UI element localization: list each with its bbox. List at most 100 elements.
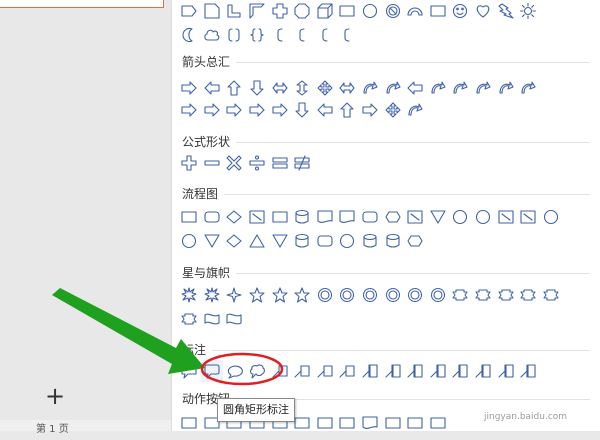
- left-right-arrow-icon[interactable]: [268, 77, 291, 99]
- left-brace-icon[interactable]: [314, 24, 337, 46]
- no-symbol-icon[interactable]: [381, 0, 404, 22]
- slide-thumbnail[interactable]: [0, 0, 164, 8]
- curved-left-arrow-icon[interactable]: [472, 77, 495, 99]
- lightning-icon[interactable]: [494, 0, 517, 22]
- minus-icon[interactable]: [201, 152, 224, 174]
- accent-callout-2-icon[interactable]: [381, 360, 404, 382]
- bevel-icon[interactable]: [336, 0, 359, 22]
- curved-down-arrow-icon[interactable]: [517, 77, 540, 99]
- right-callout-arrow-icon[interactable]: [268, 99, 291, 121]
- delay-icon[interactable]: [314, 230, 337, 252]
- offpage-connector-icon[interactable]: [472, 206, 495, 228]
- accent-callout-3-icon[interactable]: [404, 360, 427, 382]
- ribbon-up-icon[interactable]: [472, 284, 495, 306]
- manual-operation-icon[interactable]: [427, 206, 450, 228]
- line-callout-1-icon[interactable]: [268, 360, 291, 382]
- left-bracket-icon[interactable]: [268, 24, 291, 46]
- internal-storage-icon[interactable]: [291, 206, 314, 228]
- merge-icon[interactable]: [268, 230, 291, 252]
- data-icon[interactable]: [246, 206, 269, 228]
- up-down-arrow-icon[interactable]: [291, 77, 314, 99]
- u-turn-arrow-icon[interactable]: [381, 77, 404, 99]
- left-callout-arrow-icon[interactable]: [314, 99, 337, 121]
- line-callout-3-icon[interactable]: [314, 360, 337, 382]
- quad-callout-icon[interactable]: [381, 99, 404, 121]
- curved-ribbon-down-icon[interactable]: [494, 284, 517, 306]
- collate-icon[interactable]: [201, 230, 224, 252]
- star-16-icon[interactable]: [381, 284, 404, 306]
- quad-arrow-icon[interactable]: [314, 77, 337, 99]
- display-icon[interactable]: [404, 230, 427, 252]
- left-up-arrow-icon[interactable]: [404, 77, 427, 99]
- punched-card-icon[interactable]: [494, 206, 517, 228]
- accent-callout-1-icon[interactable]: [359, 360, 382, 382]
- border-callout-1-icon[interactable]: [449, 360, 472, 382]
- terminator-icon[interactable]: [359, 206, 382, 228]
- add-slide-button[interactable]: +: [44, 384, 66, 408]
- decision-icon[interactable]: [223, 206, 246, 228]
- left-right-up-arrow-icon[interactable]: [336, 77, 359, 99]
- right-arrow-icon[interactable]: [178, 77, 201, 99]
- cloud-icon[interactable]: [201, 24, 224, 46]
- multiply-icon[interactable]: [223, 152, 246, 174]
- circular-arrow-icon[interactable]: [404, 99, 427, 121]
- or-icon[interactable]: [178, 230, 201, 252]
- connector-icon[interactable]: [449, 206, 472, 228]
- star-4-icon[interactable]: [223, 284, 246, 306]
- smiley-icon[interactable]: [449, 0, 472, 22]
- stored-data-icon[interactable]: [291, 230, 314, 252]
- sun-icon[interactable]: [517, 0, 540, 22]
- horizontal-scroll-icon[interactable]: [178, 308, 201, 330]
- cross-icon[interactable]: [268, 0, 291, 22]
- bent-arrow-icon[interactable]: [359, 77, 382, 99]
- direct-storage-icon[interactable]: [381, 230, 404, 252]
- wave-icon[interactable]: [201, 308, 224, 330]
- border-callout-3-icon[interactable]: [494, 360, 517, 382]
- octagon-plaque-icon[interactable]: [291, 0, 314, 22]
- magnetic-disk-icon[interactable]: [359, 230, 382, 252]
- folded-corner-icon[interactable]: [427, 0, 450, 22]
- vertical-scroll-icon[interactable]: [540, 284, 563, 306]
- explosion-1-icon[interactable]: [178, 284, 201, 306]
- star-10-icon[interactable]: [336, 284, 359, 306]
- pentagon-arrow-icon[interactable]: [223, 99, 246, 121]
- block-arc-icon[interactable]: [404, 0, 427, 22]
- right-brace-icon[interactable]: [336, 24, 359, 46]
- rounded-rect-callout-icon[interactable]: [200, 360, 224, 382]
- sequential-storage-icon[interactable]: [336, 230, 359, 252]
- accent-callout-4-icon[interactable]: [427, 360, 450, 382]
- alt-process-icon[interactable]: [201, 206, 224, 228]
- border-callout-2-icon[interactable]: [472, 360, 495, 382]
- punched-tape-icon[interactable]: [517, 206, 540, 228]
- double-wave-icon[interactable]: [223, 308, 246, 330]
- down-callout-arrow-icon[interactable]: [291, 99, 314, 121]
- cube-icon[interactable]: [314, 0, 337, 22]
- up-callout-arrow-icon[interactable]: [336, 99, 359, 121]
- donut-icon[interactable]: [359, 0, 382, 22]
- summing-junction-icon[interactable]: [540, 206, 563, 228]
- manual-input-icon[interactable]: [404, 206, 427, 228]
- moon-icon[interactable]: [178, 24, 201, 46]
- snip-corner-icon[interactable]: [201, 0, 224, 22]
- multidocument-icon[interactable]: [336, 206, 359, 228]
- preparation-icon[interactable]: [381, 206, 404, 228]
- oval-callout-icon[interactable]: [223, 360, 246, 382]
- notched-right-arrow-icon[interactable]: [201, 99, 224, 121]
- up-arrow-icon[interactable]: [223, 77, 246, 99]
- border-callout-4-icon[interactable]: [517, 360, 540, 382]
- star-7-icon[interactable]: [291, 284, 314, 306]
- ribbon-down-icon[interactable]: [449, 284, 472, 306]
- predefined-process-icon[interactable]: [268, 206, 291, 228]
- star-12-icon[interactable]: [359, 284, 382, 306]
- line-callout-4-icon[interactable]: [336, 360, 359, 382]
- curved-ribbon-up-icon[interactable]: [517, 284, 540, 306]
- rectangle-pentagon-icon[interactable]: [178, 0, 201, 22]
- striped-right-arrow-icon[interactable]: [178, 99, 201, 121]
- extract-icon[interactable]: [246, 230, 269, 252]
- star-24-icon[interactable]: [404, 284, 427, 306]
- left-right-callout-icon[interactable]: [359, 99, 382, 121]
- rect-callout-icon[interactable]: [178, 360, 201, 382]
- curved-up-arrow-icon[interactable]: [494, 77, 517, 99]
- down-arrow-icon[interactable]: [246, 77, 269, 99]
- double-brace-icon[interactable]: [246, 24, 269, 46]
